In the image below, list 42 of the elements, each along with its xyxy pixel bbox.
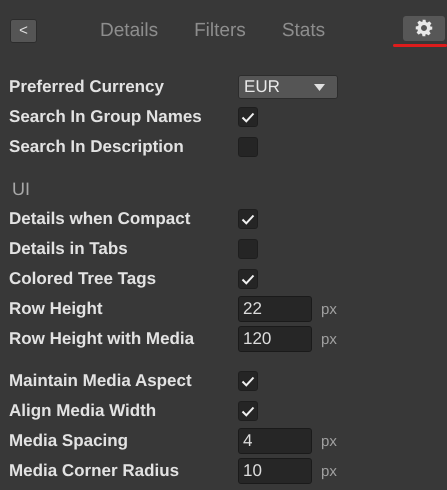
checkmark-icon	[241, 406, 255, 416]
checkbox[interactable]	[238, 209, 258, 229]
checkbox[interactable]	[238, 269, 258, 289]
setting-label: Details when Compact	[9, 209, 192, 229]
setting-label: Row Height	[9, 299, 104, 319]
tab[interactable]: Details	[100, 20, 158, 42]
back-button[interactable]: <	[10, 18, 37, 42]
setting-label: Colored Tree Tags	[9, 269, 158, 289]
setting-label: Row Height with Media	[9, 329, 196, 349]
tab-underline	[393, 44, 447, 46]
setting-label: Align Media Width	[9, 401, 158, 421]
currency-dropdown[interactable]: EUR	[238, 75, 338, 99]
tab[interactable]: Stats	[282, 20, 326, 42]
setting-label: Search In Group Names	[9, 107, 203, 127]
checkmark-icon	[241, 112, 255, 122]
checkbox[interactable]	[238, 239, 258, 259]
checkbox[interactable]	[238, 107, 258, 127]
unit-label: px	[321, 300, 337, 318]
caret-icon	[314, 84, 325, 90]
tab[interactable]: Filters	[194, 20, 246, 42]
setting-label: Media Corner Radius	[9, 461, 180, 481]
unit-label: px	[321, 330, 337, 348]
number-field[interactable]: 120	[238, 326, 312, 352]
setting-label: Search In Description	[9, 137, 185, 157]
checkbox[interactable]	[238, 401, 258, 421]
checkbox[interactable]	[238, 371, 258, 391]
setting-label: Preferred Currency	[9, 77, 165, 97]
section-title: UI	[11, 178, 30, 200]
unit-label: px	[321, 432, 337, 450]
unit-label: px	[321, 462, 337, 480]
settings-tab[interactable]	[403, 16, 445, 40]
number-field[interactable]: 10	[238, 458, 312, 484]
settings-icon	[415, 19, 433, 37]
checkbox[interactable]	[238, 137, 258, 157]
setting-label: Media Spacing	[9, 431, 130, 451]
checkmark-icon	[241, 376, 255, 386]
number-field[interactable]: 4	[238, 428, 312, 454]
setting-label: Maintain Media Aspect	[9, 371, 193, 391]
checkmark-icon	[241, 274, 255, 284]
number-field[interactable]: 22	[238, 296, 312, 322]
setting-label: Details in Tabs	[9, 239, 129, 259]
checkmark-icon	[241, 214, 255, 224]
